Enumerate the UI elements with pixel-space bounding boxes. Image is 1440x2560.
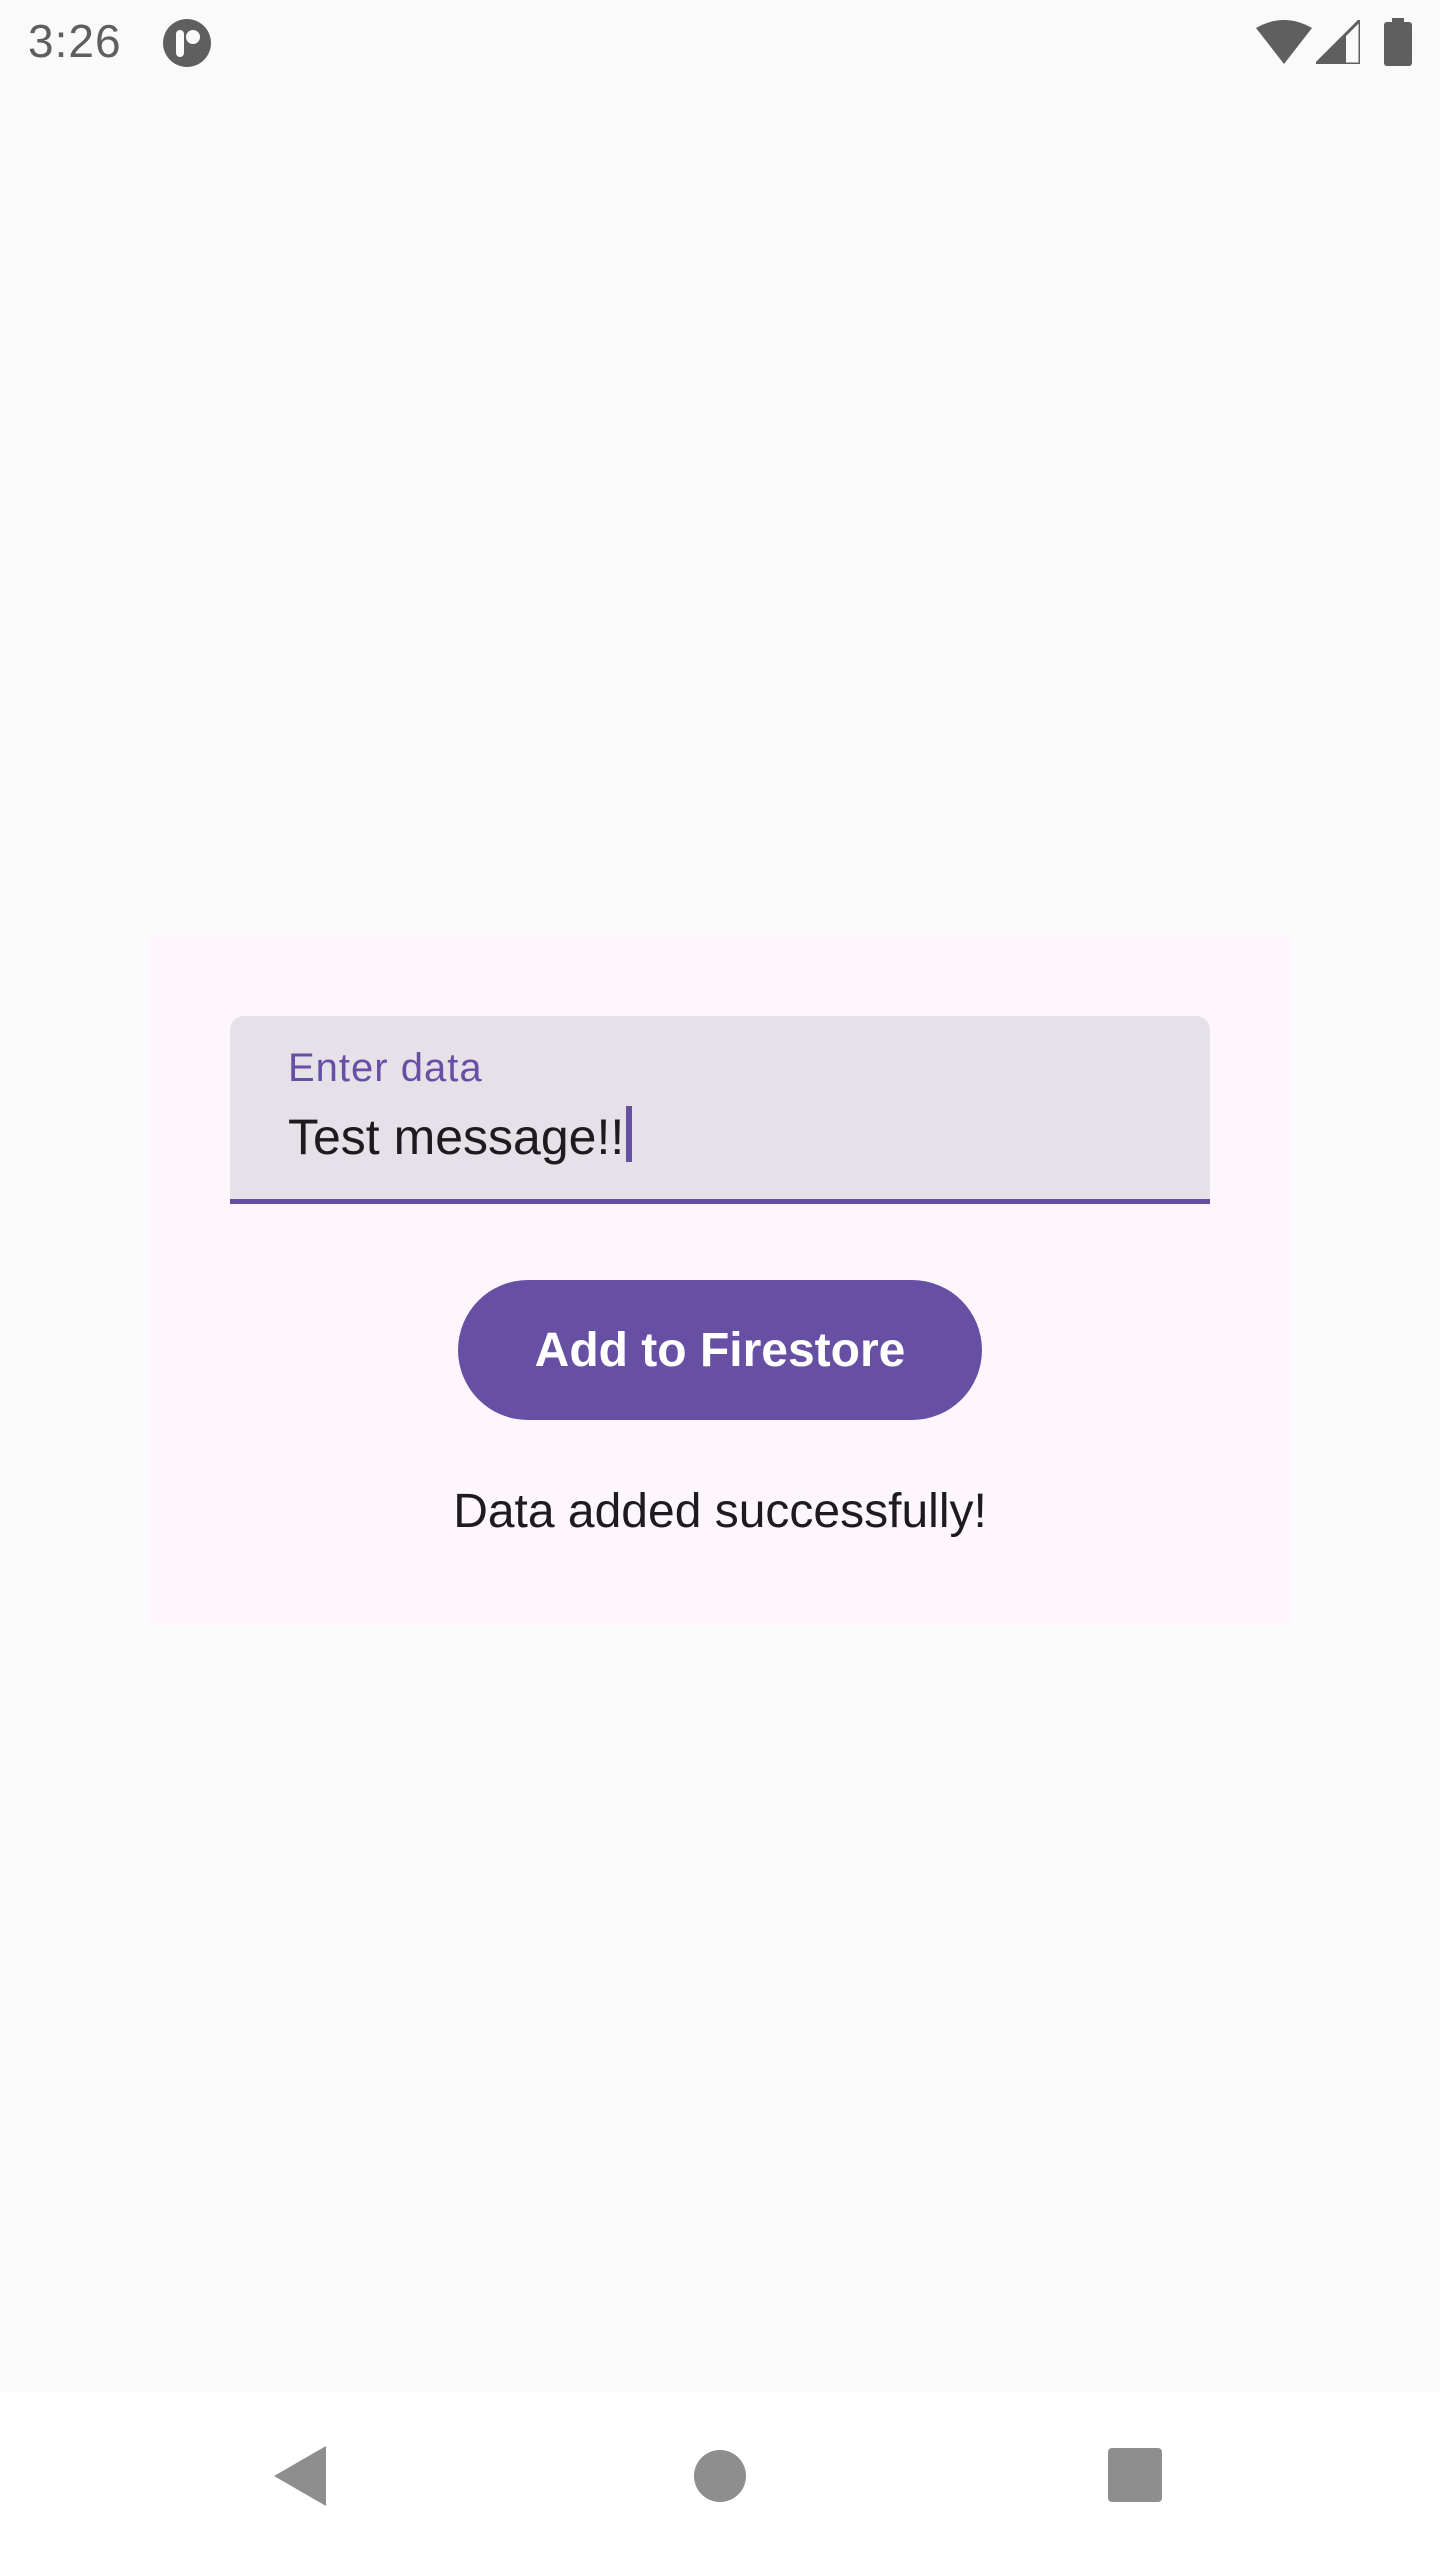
battery-icon (1384, 18, 1412, 66)
text-cursor (626, 1106, 633, 1162)
add-to-firestore-button[interactable]: Add to Firestore (458, 1280, 982, 1420)
status-message: Data added successfully! (453, 1485, 987, 1538)
recents-icon[interactable] (1108, 2448, 1162, 2502)
back-icon[interactable] (270, 2444, 330, 2508)
status-bar: 3:26 (0, 0, 1440, 84)
form-card: Enter data Test message!! Add to Firesto… (148, 936, 1292, 1626)
wifi-icon (1256, 20, 1312, 64)
status-time: 3:26 (28, 15, 122, 67)
app-indicator-icon (163, 19, 211, 67)
field-value[interactable]: Test message!! (288, 1109, 624, 1165)
field-label: Enter data (288, 1046, 483, 1090)
field-value-wrapper: Test message!! (288, 1106, 633, 1166)
navigation-bar (0, 2392, 1440, 2560)
home-icon[interactable] (694, 2450, 746, 2502)
data-input-field[interactable]: Enter data Test message!! (230, 1016, 1210, 1204)
signal-icon (1316, 20, 1360, 64)
